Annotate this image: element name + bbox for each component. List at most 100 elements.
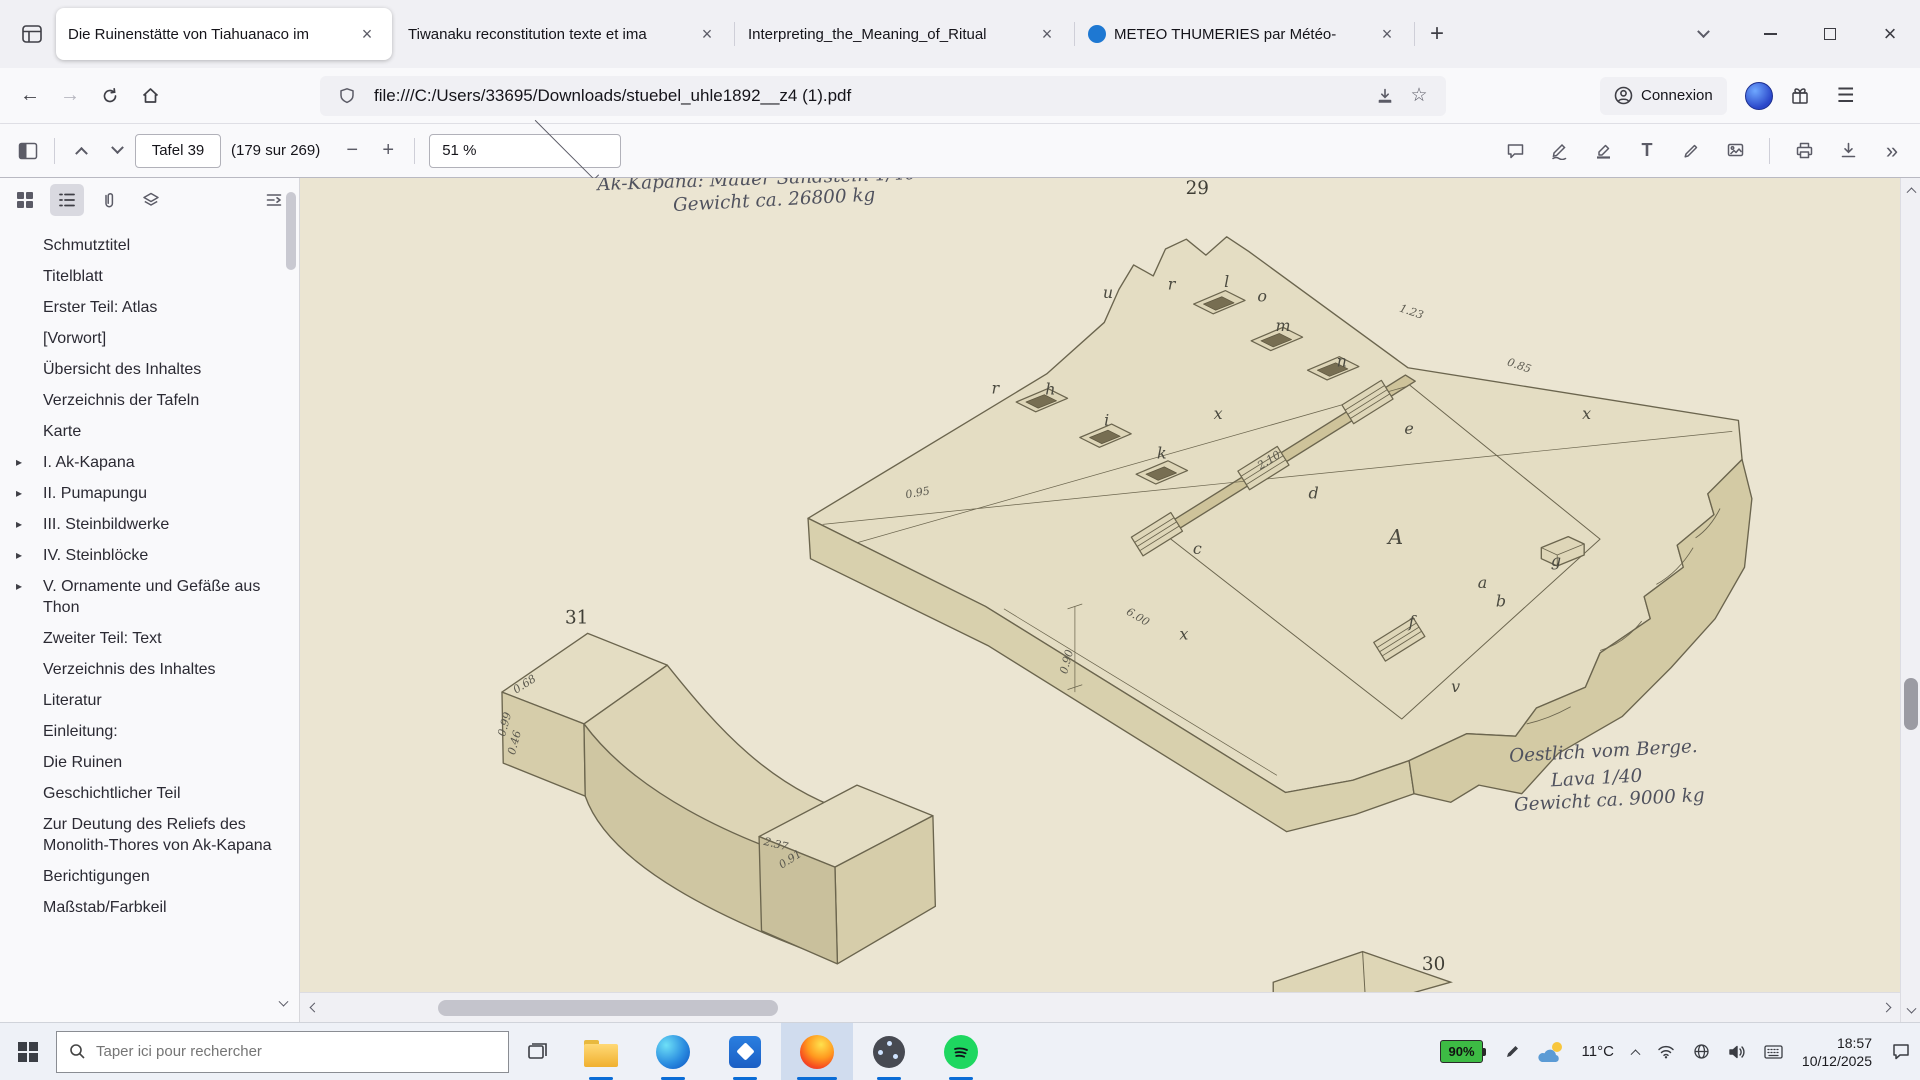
volume-icon[interactable] [1719,1023,1755,1080]
minimize-button[interactable] [1740,0,1800,68]
taskbar-app-spotify[interactable] [925,1023,997,1080]
draw-tool-button[interactable] [1673,133,1709,169]
task-view-button[interactable] [509,1023,565,1080]
url-bar[interactable]: file:///C:/Users/33695/Downloads/stuebel… [320,76,1446,116]
zoom-select[interactable]: 51 % [429,134,621,168]
wifi-icon[interactable] [1648,1023,1684,1080]
forward-button[interactable]: → [50,76,90,116]
reload-button[interactable] [90,76,130,116]
maximize-button[interactable] [1800,0,1860,68]
scroll-right-button[interactable] [1872,993,1900,1023]
outline-item[interactable]: ▸ [Vorwort] [0,323,285,354]
outline-item[interactable]: ▸ Geschichtlicher Teil [0,778,285,809]
scroll-down-button[interactable] [1901,1000,1920,1022]
layers-icon[interactable] [134,184,168,216]
signature-tool-button[interactable] [1541,133,1577,169]
network-icon[interactable] [1684,1023,1719,1080]
outline-item[interactable]: ▸ Verzeichnis des Inhaltes [0,654,285,685]
notification-center-button[interactable] [1882,1023,1920,1080]
outline-item[interactable]: ▸ Maßstab/Farbkeil [0,892,285,923]
expand-triangle-icon[interactable]: ▸ [16,514,22,535]
outline-item[interactable]: ▸ Zweiter Teil: Text [0,623,285,654]
shield-icon[interactable] [330,80,364,112]
tab-close-icon[interactable]: × [694,21,720,47]
outline-view-icon[interactable] [50,184,84,216]
tab-close-icon[interactable]: × [1374,21,1400,47]
list-all-tabs-button[interactable] [1684,15,1722,53]
browser-tab[interactable]: METEO THUMERIES par Météo- × [1076,8,1412,60]
download-icon[interactable] [1368,80,1402,112]
close-button[interactable]: × [1860,0,1920,68]
taskbar-app-geogebra[interactable] [853,1023,925,1080]
tray-expand-button[interactable] [1623,1023,1648,1080]
scroll-left-button[interactable] [300,993,328,1023]
connexion-button[interactable]: Connexion [1600,77,1727,115]
outline-item[interactable]: ▸ Literatur [0,685,285,716]
taskbar-clock[interactable]: 18:57 10/12/2025 [1792,1034,1882,1070]
taskbar-app-file-explorer[interactable] [565,1023,637,1080]
touch-keyboard-icon[interactable] [1755,1023,1792,1080]
bookmark-star-icon[interactable]: ☆ [1402,80,1436,112]
vertical-scrollbar[interactable] [1900,178,1920,1022]
gift-icon[interactable] [1781,77,1819,115]
firefox-view-icon[interactable] [10,12,54,56]
attachments-icon[interactable] [92,184,126,216]
back-button[interactable]: ← [10,76,50,116]
save-button[interactable] [1830,133,1866,169]
thumbnails-view-icon[interactable] [8,184,42,216]
browser-tab[interactable]: Die Ruinenstätte von Tiahuanaco im × [56,8,392,60]
browser-tab[interactable]: Interpreting_the_Meaning_of_Ritual × [736,8,1072,60]
horizontal-scroll-thumb[interactable] [438,1000,778,1016]
outline-item[interactable]: ▸ Übersicht des Inhaltes [0,354,285,385]
start-button[interactable] [0,1023,56,1080]
image-tool-button[interactable] [1717,133,1753,169]
account-badge-icon[interactable] [1745,82,1773,110]
menu-button[interactable]: ☰ [1827,77,1865,115]
outline-item[interactable]: ▸ Einleitung: [0,716,285,747]
temperature-label[interactable]: 11°C [1573,1023,1623,1080]
zoom-in-button[interactable]: + [370,133,406,169]
new-tab-button[interactable]: + [1418,15,1456,53]
horizontal-scrollbar[interactable] [300,992,1900,1022]
outline-item[interactable]: ▸ Zur Deutung des Reliefs des Monolith-T… [0,809,285,861]
sidebar-scroll-down-button[interactable] [273,994,293,1014]
pen-icon[interactable] [1496,1023,1529,1080]
outline-item[interactable]: ▸ Schmutztitel [0,230,285,261]
outline-item[interactable]: ▸ Verzeichnis der Tafeln [0,385,285,416]
next-page-button[interactable] [99,133,135,169]
outline-item[interactable]: ▸ II. Pumapungu [0,478,285,509]
sidebar-toggle-button[interactable] [10,133,46,169]
outline-item[interactable]: ▸ V. Ornamente und Gefäße aus Thon [0,571,285,623]
weather-widget[interactable] [1529,1023,1573,1080]
print-button[interactable] [1786,133,1822,169]
zoom-out-button[interactable]: − [334,133,370,169]
outline-item[interactable]: ▸ Die Ruinen [0,747,285,778]
outline-item[interactable]: ▸ Karte [0,416,285,447]
more-tools-button[interactable]: » [1874,133,1910,169]
browser-tab[interactable]: Tiwanaku reconstitution texte et ima × [396,8,732,60]
text-tool-button[interactable]: T [1629,133,1665,169]
search-input[interactable] [96,1043,496,1060]
outline-item[interactable]: ▸ Erster Teil: Atlas [0,292,285,323]
vertical-scroll-thumb[interactable] [1904,678,1918,730]
taskbar-search[interactable] [56,1031,509,1073]
outline-item[interactable]: ▸ IV. Steinblöcke [0,540,285,571]
horizontal-scroll-track[interactable] [328,993,1872,1023]
scroll-up-button[interactable] [1901,178,1920,200]
outline-item[interactable]: ▸ Titelblatt [0,261,285,292]
expand-triangle-icon[interactable]: ▸ [16,483,22,504]
battery-widget[interactable]: 90% [1431,1023,1495,1080]
page-number-input[interactable] [135,134,221,168]
expand-triangle-icon[interactable]: ▸ [16,545,22,566]
outline-item[interactable]: ▸ III. Steinbildwerke [0,509,285,540]
previous-page-button[interactable] [63,133,99,169]
highlighter-tool-button[interactable] [1585,133,1621,169]
taskbar-app-firefox[interactable] [781,1023,853,1080]
home-button[interactable] [130,76,170,116]
tab-close-icon[interactable]: × [354,21,380,47]
expand-triangle-icon[interactable]: ▸ [16,452,22,473]
taskbar-app-edge[interactable] [637,1023,709,1080]
outline-item[interactable]: ▸ Berichtigungen [0,861,285,892]
taskbar-app-photos[interactable] [709,1023,781,1080]
outline-item[interactable]: ▸ I. Ak-Kapana [0,447,285,478]
